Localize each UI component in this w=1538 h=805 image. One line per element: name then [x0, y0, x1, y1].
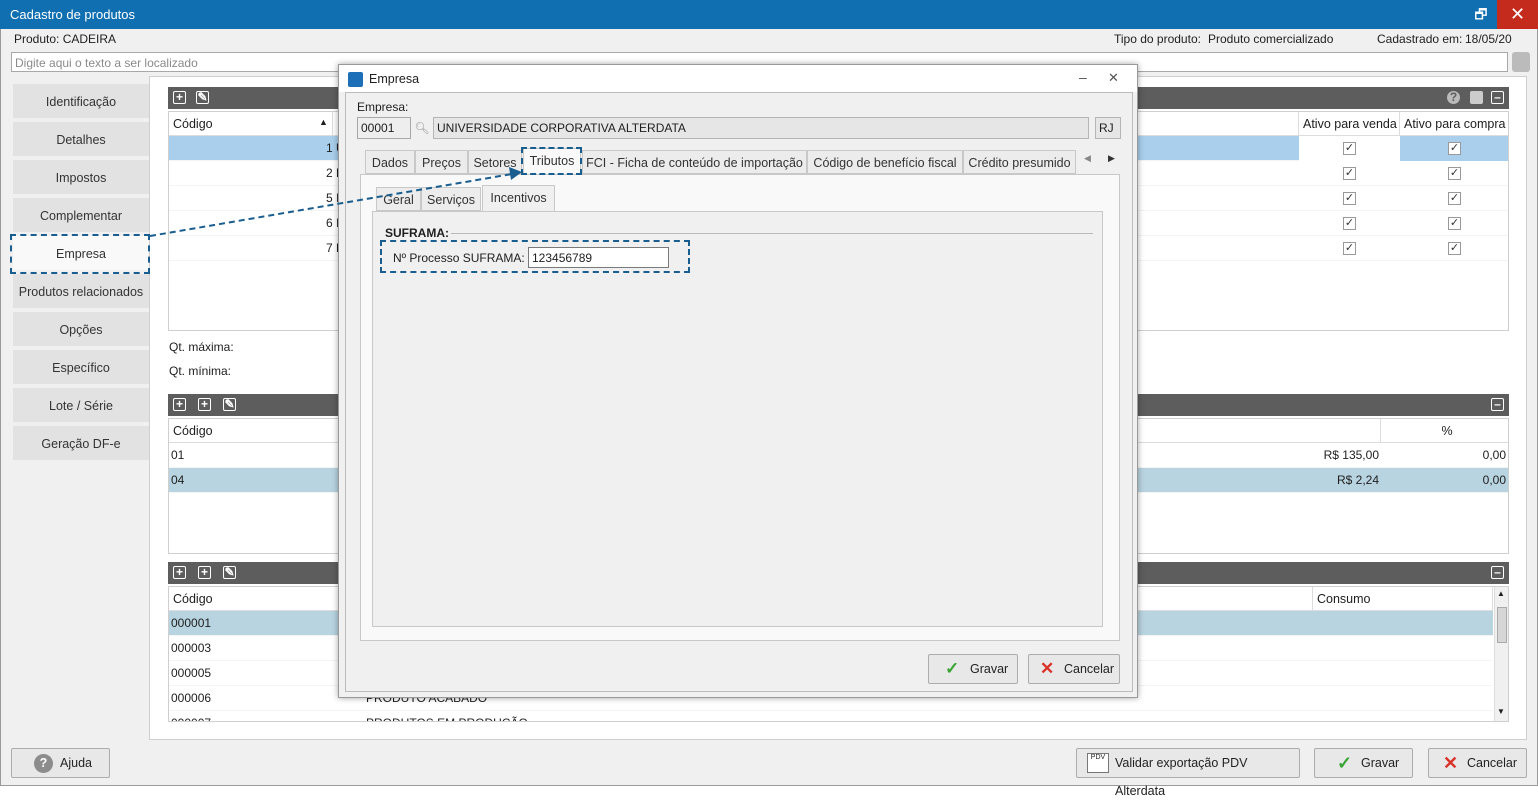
annotation-arrow: [149, 167, 522, 237]
